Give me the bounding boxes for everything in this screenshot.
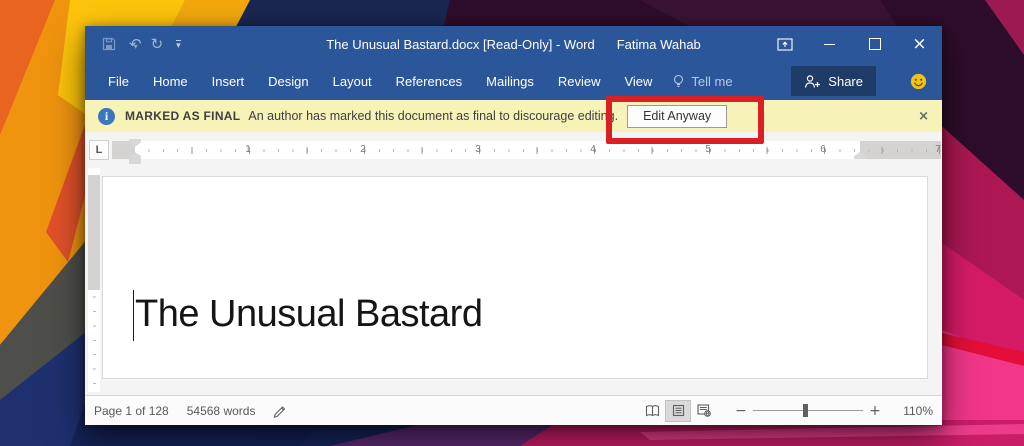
zoom-slider[interactable]	[753, 404, 863, 417]
info-bar-close-icon[interactable]: ×	[918, 109, 929, 124]
document-page[interactable]: The Unusual Bastard	[103, 177, 927, 378]
ruler-number: 1	[245, 144, 251, 155]
proofing-status-icon[interactable]	[273, 404, 288, 418]
title-bar: ↶ ▾ ↻ ▾ The Unusual Bastard.docx [Read-On…	[85, 26, 942, 62]
close-icon: ×	[912, 33, 927, 54]
quick-access-toolbar: ↶ ▾ ↻ ▾	[85, 36, 262, 52]
read-mode-button[interactable]	[639, 400, 665, 422]
ribbon-display-options-button[interactable]	[762, 26, 807, 62]
redo-button[interactable]: ↻	[151, 36, 164, 52]
maximize-icon	[868, 38, 881, 50]
tab-home[interactable]: Home	[141, 74, 200, 89]
tab-stop-selector[interactable]: L	[89, 140, 109, 160]
zoom-slider-thumb[interactable]	[803, 404, 808, 417]
undo-dropdown-icon[interactable]: ▾	[134, 42, 138, 51]
left-indent-marker[interactable]	[129, 159, 141, 164]
save-icon[interactable]	[102, 37, 116, 51]
zoom-in-button[interactable]: +	[865, 403, 885, 419]
signed-in-user: Fatima Wahab	[616, 36, 701, 52]
document-area: The Unusual Bastard	[85, 168, 942, 395]
feedback-smiley-button[interactable]	[910, 73, 927, 90]
ribbon-tab-bar: File Home Insert Design Layout Reference…	[85, 62, 942, 100]
lightbulb-icon	[672, 74, 685, 89]
status-bar: Page 1 of 128 54568 words − + 110%	[85, 395, 942, 425]
customize-qat-button[interactable]: ▾	[176, 40, 181, 50]
tell-me-label: Tell me	[691, 73, 733, 89]
close-button[interactable]: ×	[897, 26, 942, 62]
ruler-number: 3	[475, 144, 481, 155]
tab-layout[interactable]: Layout	[321, 74, 384, 89]
window-title-area: The Unusual Bastard.docx [Read-Only] - W…	[245, 37, 782, 52]
text-cursor	[133, 290, 134, 341]
tab-insert[interactable]: Insert	[200, 74, 257, 89]
word-count[interactable]: 54568 words	[187, 404, 256, 418]
document-title: The Unusual Bastard.docx [Read-Only] - W…	[326, 36, 595, 52]
maximize-button[interactable]	[852, 26, 897, 62]
info-bar-message: An author has marked this document as fi…	[248, 109, 619, 123]
zoom-out-button[interactable]: −	[731, 403, 751, 419]
web-layout-button[interactable]	[691, 400, 717, 422]
ruler-number: 6	[820, 144, 826, 155]
share-button[interactable]: Share	[791, 66, 876, 96]
tell-me-box[interactable]: Tell me	[672, 73, 733, 89]
ruler-number: 7	[935, 144, 941, 155]
edit-anyway-button[interactable]: Edit Anyway	[627, 104, 728, 128]
minimize-button[interactable]	[807, 26, 852, 62]
info-bar-label: MARKED AS FINAL	[125, 109, 241, 123]
ruler-number: 4	[590, 144, 596, 155]
tab-view[interactable]: View	[612, 74, 664, 89]
info-icon: i	[98, 107, 115, 125]
minimize-icon	[824, 43, 835, 45]
page-indicator[interactable]: Page 1 of 128	[94, 404, 169, 418]
top-margin-zone	[88, 175, 100, 290]
status-left: Page 1 of 128 54568 words	[94, 404, 288, 418]
tab-references[interactable]: References	[384, 74, 474, 89]
tab-review[interactable]: Review	[546, 74, 613, 89]
ruler-number: 5	[705, 144, 711, 155]
share-person-icon	[804, 74, 821, 89]
ruler-row: L 1 2 3 4 5 6 7	[85, 132, 942, 168]
word-window: ↶ ▾ ↻ ▾ The Unusual Bastard.docx [Read-On…	[85, 26, 942, 425]
ruler-number: 2	[360, 144, 366, 155]
vertical-ruler[interactable]	[88, 168, 100, 392]
zoom-level[interactable]: 110%	[891, 404, 933, 418]
horizontal-ruler[interactable]: 1 2 3 4 5 6 7	[112, 139, 941, 164]
undo-button[interactable]: ↶ ▾	[129, 36, 142, 52]
status-right: − + 110%	[639, 399, 933, 422]
tab-file[interactable]: File	[96, 74, 141, 89]
print-layout-button[interactable]	[665, 399, 691, 422]
marked-as-final-bar: i MARKED AS FINAL An author has marked t…	[85, 100, 942, 132]
window-controls: ×	[762, 26, 942, 62]
share-label: Share	[828, 73, 863, 89]
tab-mailings[interactable]: Mailings	[474, 74, 546, 89]
ruler-ticks	[112, 141, 941, 159]
document-heading[interactable]: The Unusual Bastard	[135, 293, 483, 337]
tab-design[interactable]: Design	[256, 74, 320, 89]
